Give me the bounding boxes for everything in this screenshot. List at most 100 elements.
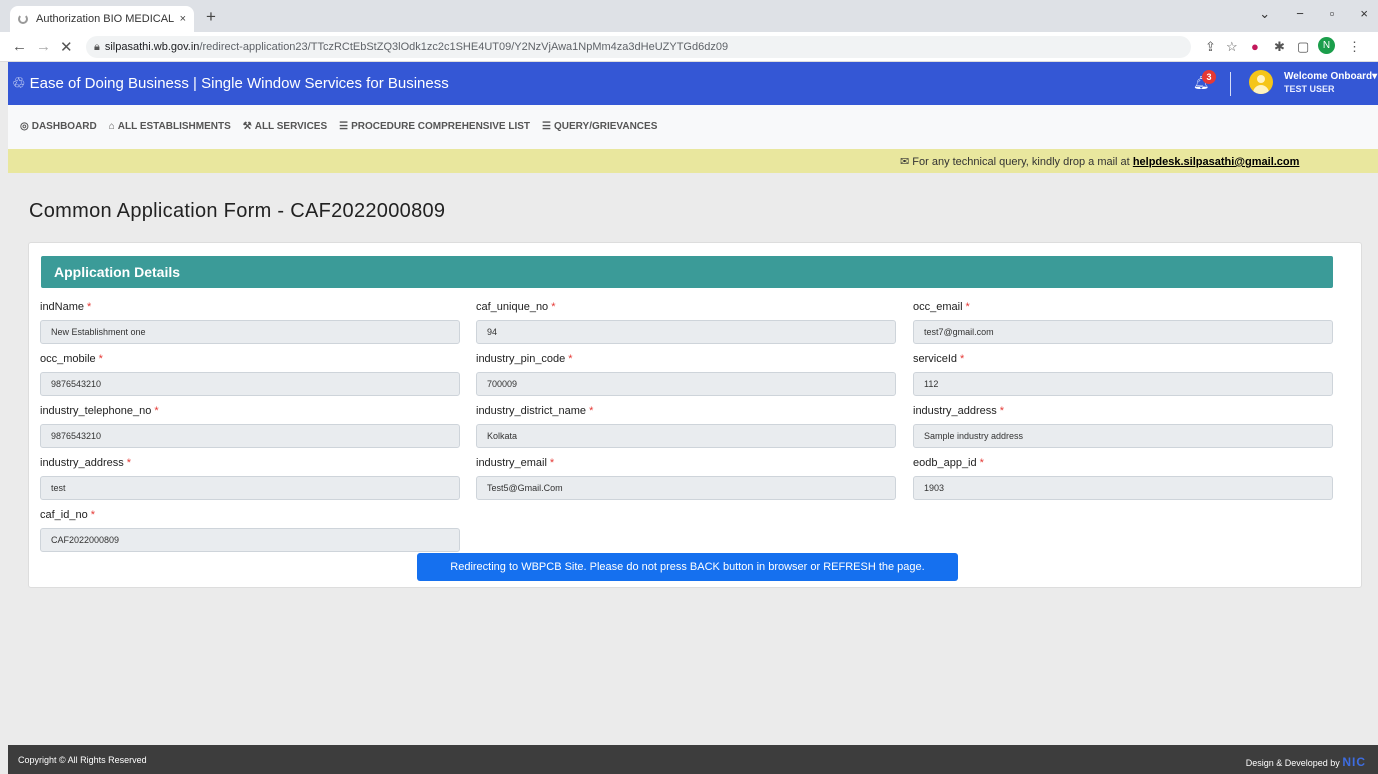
card-header: Application Details <box>41 256 1333 288</box>
field-occ-mobile: occ_mobile * 9876543210 <box>40 353 460 396</box>
left-gutter <box>0 62 8 774</box>
profile-avatar-icon[interactable]: N <box>1318 37 1335 54</box>
field-service-id: serviceId * 112 <box>913 353 1333 396</box>
wrench-icon: ⚒ <box>242 121 252 132</box>
list-icon: ☰ <box>339 121 349 132</box>
field-label: industry_address <box>913 405 997 417</box>
mail-icon: ✉ <box>900 156 913 168</box>
menu-item-procedure-list[interactable]: ☰ PROCEDURE COMPREHENSIVE LIST <box>339 121 530 132</box>
field-input[interactable]: 9876543210 <box>40 372 460 396</box>
welcome-dropdown[interactable]: Welcome Onboard▾ <box>1284 71 1377 82</box>
url-field[interactable]: 🔒︎ silpasathi.wb.gov.in/redirect-applicat… <box>86 36 1191 58</box>
field-eodb-app-id: eodb_app_id * 1903 <box>913 457 1333 500</box>
field-indname: indName * New Establishment one <box>40 301 460 344</box>
required-mark: * <box>999 405 1005 417</box>
window-controls: ⌄ − ▫ × <box>1259 6 1368 22</box>
bookmark-star-icon[interactable]: ☆ <box>1226 39 1238 55</box>
field-label: industry_email <box>476 457 547 469</box>
field-industry-address-2: industry_address * test <box>40 457 460 500</box>
browser-tab[interactable]: Authorization BIO MEDICAL WAS × <box>10 6 194 32</box>
browser-tab-bar: Authorization BIO MEDICAL WAS × + ⌄ − ▫ … <box>0 0 1378 32</box>
field-input[interactable]: Test5@Gmail.Com <box>476 476 896 500</box>
required-mark: * <box>154 405 159 417</box>
side-panel-icon[interactable]: ▢ <box>1297 39 1309 55</box>
field-input[interactable]: 700009 <box>476 372 896 396</box>
notification-badge: 3 <box>1202 70 1216 84</box>
brand-logo-icon: ♲ <box>12 75 30 92</box>
required-mark: * <box>126 457 132 469</box>
field-industry-pin-code: industry_pin_code * 700009 <box>476 353 896 396</box>
field-label: industry_district_name <box>476 405 587 417</box>
field-input[interactable]: 94 <box>476 320 896 344</box>
field-industry-telephone-no: industry_telephone_no * 9876543210 <box>40 405 460 448</box>
page-title: Common Application Form - CAF2022000809 <box>29 200 446 222</box>
field-industry-address: industry_address * Sample industry addres… <box>913 405 1333 448</box>
menu-item-query-grievances[interactable]: ☰ QUERY/GRIEVANCES <box>542 121 657 132</box>
required-mark: * <box>90 509 95 521</box>
menu-item-all-establishments[interactable]: ⌂ ALL ESTABLISHMENTS <box>109 121 231 132</box>
helpdesk-email-link[interactable]: helpdesk.silpasathi@gmail.com <box>1133 156 1300 168</box>
back-icon[interactable]: ← <box>12 38 27 55</box>
notice-text: For any technical query, kindly drop a m… <box>912 156 1130 168</box>
share-icon[interactable]: ⇪ <box>1205 39 1216 55</box>
field-input[interactable]: test7@gmail.com <box>913 320 1333 344</box>
field-label: occ_mobile <box>40 353 96 365</box>
required-mark: * <box>960 353 965 365</box>
field-label: eodb_app_id <box>913 457 977 469</box>
required-mark: * <box>568 353 573 365</box>
field-label: occ_email <box>913 301 963 313</box>
field-input[interactable]: 9876543210 <box>40 424 460 448</box>
list-icon: ☰ <box>542 121 552 132</box>
tab-title: Authorization BIO MEDICAL WAS <box>36 13 176 25</box>
required-mark: * <box>589 405 594 417</box>
redirect-message-button[interactable]: Redirecting to WBPCB Site. Please do not… <box>417 553 958 581</box>
required-mark: * <box>551 301 556 313</box>
required-mark: * <box>979 457 984 469</box>
stop-loading-icon[interactable]: ✕ <box>60 38 73 56</box>
forward-icon[interactable]: → <box>36 38 51 55</box>
loading-spinner-icon <box>18 14 28 24</box>
field-input[interactable]: test <box>40 476 460 500</box>
field-input[interactable]: 1903 <box>913 476 1333 500</box>
field-input[interactable]: 112 <box>913 372 1333 396</box>
field-caf-id-no: caf_id_no * CAF2022000809 <box>40 509 460 552</box>
required-mark: * <box>98 353 103 365</box>
developer-credit: Design & Developed by NIC <box>1245 755 1366 769</box>
field-label: serviceId <box>913 353 958 365</box>
close-window-icon[interactable]: × <box>1360 6 1368 22</box>
restore-icon[interactable]: ▫ <box>1330 6 1335 22</box>
field-input[interactable]: CAF2022000809 <box>40 528 460 552</box>
nic-logo[interactable]: NIC <box>1342 755 1366 769</box>
field-label: caf_id_no <box>40 509 88 521</box>
browser-menu-icon[interactable]: ⋮ <box>1348 39 1361 55</box>
extension-color-icon[interactable]: ● <box>1251 39 1259 54</box>
tab-search-icon[interactable]: ⌄ <box>1259 6 1270 22</box>
brand-title[interactable]: ♲ Ease of Doing Business | Single Window… <box>12 74 449 92</box>
field-occ-email: occ_email * test7@gmail.com <box>913 301 1333 344</box>
copyright-text: Copyright © All Rights Reserved <box>18 755 147 765</box>
building-icon: ⌂ <box>108 121 115 132</box>
field-label: caf_unique_no <box>476 301 549 313</box>
field-input[interactable]: Kolkata <box>476 424 896 448</box>
field-input[interactable]: New Establishment one <box>40 320 460 344</box>
footer: Copyright © All Rights Reserved Design &… <box>8 745 1378 774</box>
menu-item-dashboard[interactable]: ◎ DASHBOARD <box>20 121 97 132</box>
required-mark: * <box>549 457 555 469</box>
new-tab-button[interactable]: + <box>206 7 216 27</box>
required-mark: * <box>965 301 970 313</box>
user-name: TEST USER <box>1284 84 1335 94</box>
brand-text: Ease of Doing Business | Single Window S… <box>29 75 449 92</box>
field-input[interactable]: Sample industry address <box>913 424 1333 448</box>
tab-close-icon[interactable]: × <box>180 13 186 25</box>
field-caf-unique-no: caf_unique_no * 94 <box>476 301 896 344</box>
user-avatar[interactable] <box>1249 70 1273 94</box>
minimize-icon[interactable]: − <box>1296 6 1304 22</box>
extensions-puzzle-icon[interactable]: ✱ <box>1274 39 1285 55</box>
address-bar-row: ← → ✕ 🔒︎ silpasathi.wb.gov.in/redirect-ap… <box>0 32 1378 62</box>
field-label: indName <box>40 301 85 313</box>
app-header: ♲ Ease of Doing Business | Single Window… <box>0 62 1378 105</box>
url-domain: silpasathi.wb.gov.in <box>104 41 200 53</box>
url-path: /redirect-application23/TTczRCtEbStZQ3lO… <box>199 41 729 53</box>
field-industry-district-name: industry_district_name * Kolkata <box>476 405 896 448</box>
menu-item-all-services[interactable]: ⚒ ALL SERVICES <box>243 121 327 132</box>
